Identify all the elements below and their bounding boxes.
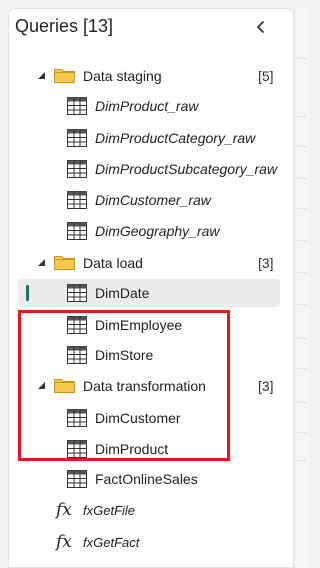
query-item-dimproduct[interactable]: DimProduct [0, 435, 290, 463]
table-icon [67, 284, 87, 302]
query-label: DimCustomer_raw [95, 192, 211, 208]
query-label: DimEmployee [95, 317, 183, 333]
query-label: DimDate [95, 285, 150, 301]
table-icon [67, 97, 87, 115]
table-icon [67, 129, 87, 147]
query-label: FactOnlineSales [95, 471, 198, 487]
query-label: DimStore [95, 347, 154, 363]
fx-icon: fx [56, 500, 72, 520]
group-count: [3] [258, 255, 274, 271]
group-data-staging[interactable]: Data staging [5] [0, 62, 290, 90]
collapse-pane-button[interactable] [250, 16, 272, 38]
query-item-dimcustomer[interactable]: DimCustomer [0, 404, 290, 432]
table-icon [67, 346, 87, 364]
table-icon [67, 470, 87, 488]
query-item-dimproduct-raw[interactable]: DimProduct_raw [0, 92, 290, 120]
group-label: Data transformation [83, 378, 206, 394]
query-item-factonlinesales[interactable]: FactOnlineSales [0, 465, 290, 493]
folder-icon [54, 379, 75, 393]
query-item-dimdate[interactable]: DimDate [0, 279, 290, 307]
query-item-dimcustomer-raw[interactable]: DimCustomer_raw [0, 186, 290, 214]
group-count: [5] [258, 68, 274, 84]
fx-icon: fx [56, 532, 72, 552]
query-label: DimCustomer [95, 410, 181, 426]
query-label: DimGeography_raw [95, 223, 220, 239]
function-item-fxgetfact[interactable]: fx fxGetFact [0, 528, 290, 556]
folder-icon [54, 69, 75, 83]
function-item-fxgetfile[interactable]: fx fxGetFile [0, 496, 290, 524]
folder-icon [54, 256, 75, 270]
table-icon [67, 191, 87, 209]
group-data-load[interactable]: Data load [3] [0, 249, 290, 277]
query-item-dimproductsubcategory-raw[interactable]: DimProductSubcategory_raw [0, 155, 290, 183]
adjacent-pane-edge [294, 8, 309, 568]
caret-down-icon [38, 259, 45, 266]
query-item-dimproductcategory-raw[interactable]: DimProductCategory_raw [0, 124, 290, 152]
query-label: DimProduct [95, 441, 169, 457]
table-icon [67, 409, 87, 427]
query-item-dimgeography-raw[interactable]: DimGeography_raw [0, 217, 290, 245]
function-label: fxGetFile [83, 502, 136, 518]
query-label: DimProduct_raw [95, 98, 199, 114]
function-label: fxGetFact [83, 534, 140, 550]
query-item-dimstore[interactable]: DimStore [0, 341, 290, 369]
group-data-transformation[interactable]: Data transformation [3] [0, 372, 290, 400]
query-label: DimProductSubcategory_raw [95, 161, 278, 177]
queries-pane-title: Queries [13] [15, 16, 114, 36]
chevron-left-icon [257, 21, 264, 33]
group-count: [3] [258, 378, 274, 394]
query-item-dimemployee[interactable]: DimEmployee [0, 311, 290, 339]
table-icon [67, 160, 87, 178]
table-icon [67, 440, 87, 458]
table-icon [67, 222, 87, 240]
query-label: DimProductCategory_raw [95, 130, 256, 146]
caret-down-icon [38, 72, 45, 79]
group-label: Data load [83, 255, 143, 271]
caret-down-icon [38, 382, 45, 389]
group-label: Data staging [83, 68, 162, 84]
table-icon [67, 316, 87, 334]
